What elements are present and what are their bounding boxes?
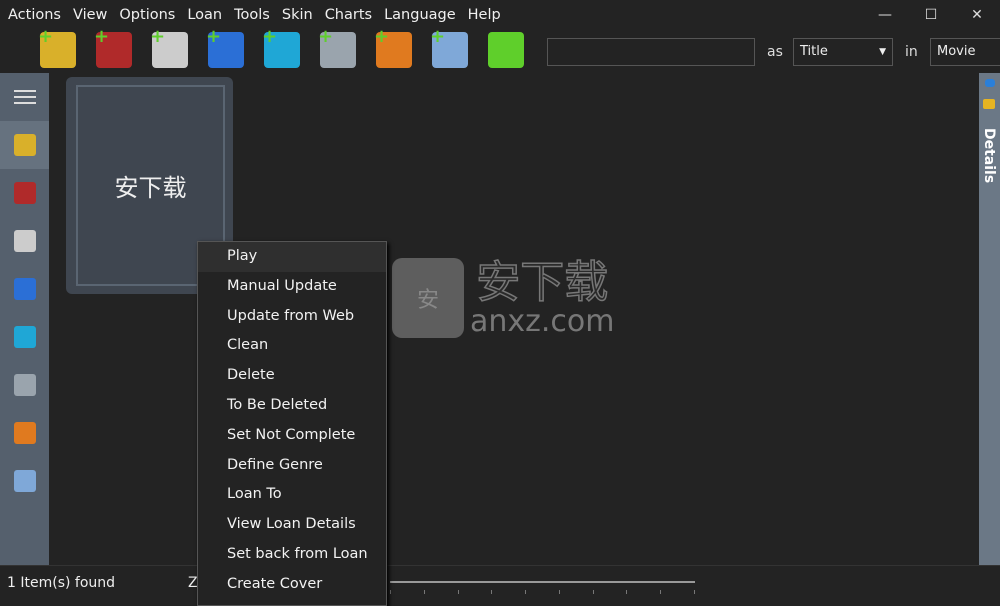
menu-item-create-cover[interactable]: Create Cover	[198, 570, 386, 600]
menu-help[interactable]: Help	[462, 7, 507, 23]
watermark-en: anxz.com	[470, 304, 615, 339]
watermark-cn: 安下载	[476, 257, 610, 308]
menu-item-to-be-deleted[interactable]: To Be Deleted	[198, 391, 386, 421]
menu-item-manual-update[interactable]: Manual Update	[198, 272, 386, 302]
handheld-icon	[13, 374, 36, 396]
book-icon	[13, 182, 36, 204]
plus-icon: +	[150, 26, 166, 47]
sidebar-item-game[interactable]	[0, 217, 49, 265]
menu-item-set-back-from-loan[interactable]: Set back from Loan	[198, 540, 386, 570]
add-handheld-button[interactable]: +	[318, 26, 356, 68]
hamburger-menu-button[interactable]	[0, 73, 49, 121]
maximize-button[interactable]: ☐	[908, 0, 954, 30]
sidebar-item-tv[interactable]	[0, 409, 49, 457]
add-tv-button[interactable]: +	[374, 26, 412, 68]
add-xfolder-button[interactable]: +	[430, 26, 468, 68]
menu-item-play[interactable]: Play	[198, 242, 386, 272]
details-panel-tab[interactable]: Details	[979, 73, 1000, 565]
context-menu: Play Manual Update Update from Web Clean Del…	[197, 241, 387, 606]
add-movie-button[interactable]: +	[206, 26, 244, 68]
watermark-logo: 安 安下载 anxz.com	[392, 258, 615, 338]
watermark-badge: 安	[416, 288, 439, 313]
pin-icon[interactable]	[985, 79, 995, 87]
items-found-text: 1 Item(s) found	[7, 575, 116, 591]
menu-skin[interactable]: Skin	[276, 7, 319, 23]
menu-item-delete[interactable]: Delete	[198, 361, 386, 391]
sidebar	[0, 73, 49, 565]
menu-language[interactable]: Language	[378, 7, 462, 23]
menu-view[interactable]: View	[67, 7, 113, 23]
menu-item-set-not-complete[interactable]: Set Not Complete	[198, 421, 386, 451]
toolbar: + + + + + + + +	[38, 26, 524, 68]
selected-value: Movie	[937, 44, 976, 59]
sidebar-item-music[interactable]	[0, 313, 49, 361]
hamburger-icon	[13, 90, 36, 104]
menu-tools[interactable]: Tools	[228, 7, 276, 23]
plus-icon: +	[38, 26, 54, 47]
shield-bag-icon: 安	[392, 258, 464, 338]
zoom-slider[interactable]	[390, 581, 695, 583]
collection-select[interactable]: Movie	[930, 38, 1000, 66]
add-game-button[interactable]: +	[150, 26, 188, 68]
in-label: in	[905, 44, 918, 60]
plus-icon: +	[318, 26, 334, 47]
minimize-button[interactable]: —	[862, 0, 908, 30]
sidebar-item-movie[interactable]	[0, 265, 49, 313]
menu-item-view-loan-details[interactable]: View Loan Details	[198, 510, 386, 540]
menu-options[interactable]: Options	[113, 7, 181, 23]
sidebar-item-xfolder[interactable]	[0, 457, 49, 505]
chevron-down-icon: ▼	[879, 47, 886, 57]
details-label: Details	[981, 128, 997, 184]
sidebar-item-book[interactable]	[0, 169, 49, 217]
as-label: as	[767, 44, 783, 60]
menu-item-loan-to[interactable]: Loan To	[198, 480, 386, 510]
selected-value: Title	[800, 44, 828, 59]
game-icon	[13, 230, 36, 252]
xfolder-icon	[13, 470, 36, 492]
menu-item-define-genre[interactable]: Define Genre	[198, 451, 386, 481]
menu-item-clean[interactable]: Clean	[198, 331, 386, 361]
window-controls: — ☐ ✕	[862, 0, 1000, 30]
search-field-select[interactable]: Title ▼	[793, 38, 893, 66]
lock-icon[interactable]	[983, 99, 995, 109]
menu-actions[interactable]: Actions	[2, 7, 67, 23]
download-button[interactable]	[488, 32, 524, 68]
menu-loan[interactable]: Loan	[181, 7, 228, 23]
menu-item-update-from-web[interactable]: Update from Web	[198, 302, 386, 332]
card-title: 安下载	[114, 174, 187, 202]
menu-charts[interactable]: Charts	[319, 7, 378, 23]
tv-icon	[13, 422, 36, 444]
plus-icon: +	[206, 26, 222, 47]
plus-icon: +	[430, 26, 446, 47]
plus-icon: +	[374, 26, 390, 47]
search-input[interactable]	[547, 38, 755, 66]
tools-icon	[13, 134, 36, 156]
plus-icon: +	[262, 26, 278, 47]
add-music-button[interactable]: +	[262, 26, 300, 68]
music-icon	[13, 326, 36, 348]
sidebar-item-tools[interactable]	[0, 121, 49, 169]
slider-ticks	[390, 590, 695, 594]
add-book-button[interactable]: +	[94, 26, 132, 68]
add-tools-button[interactable]: +	[38, 26, 76, 68]
movie-icon	[13, 278, 36, 300]
sidebar-item-handheld[interactable]	[0, 361, 49, 409]
plus-icon: +	[94, 26, 110, 47]
close-button[interactable]: ✕	[954, 0, 1000, 30]
